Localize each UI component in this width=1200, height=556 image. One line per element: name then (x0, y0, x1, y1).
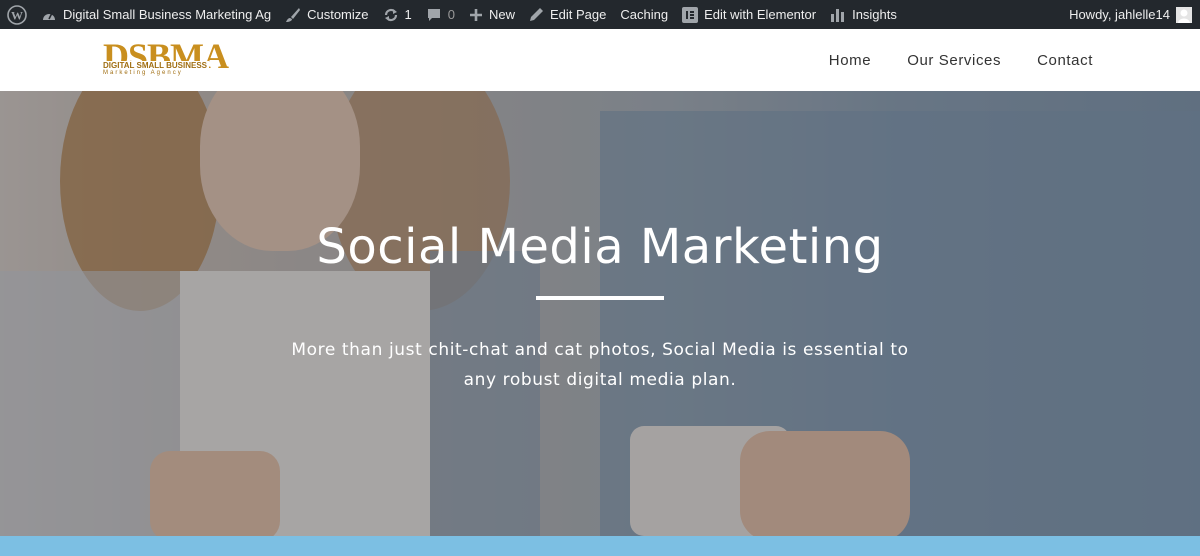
site-header: DSBMA DIGITAL SMALL BUSINESS Marketing A… (0, 29, 1200, 91)
nav-item-our-services[interactable]: Our Services (907, 52, 1001, 69)
paintbrush-icon (285, 7, 301, 23)
wp-admin-bar: W Digital Small Business Marketing Ag Cu… (0, 0, 1200, 29)
comment-icon (426, 7, 442, 23)
next-section-band (0, 536, 1200, 556)
hero-divider (536, 296, 664, 300)
site-logo[interactable]: DSBMA DIGITAL SMALL BUSINESS Marketing A… (103, 36, 229, 79)
bar-chart-icon (830, 8, 846, 22)
updates-button[interactable]: 1 (376, 0, 419, 29)
hero-description: More than just chit-chat and cat photos,… (291, 340, 909, 390)
edit-page-button[interactable]: Edit Page (522, 0, 613, 29)
avatar (1176, 6, 1192, 23)
site-name-menu[interactable]: Digital Small Business Marketing Ag (34, 0, 278, 29)
wordpress-icon: W (7, 4, 27, 25)
updates-icon (383, 7, 399, 23)
caching-label: Caching (620, 7, 669, 22)
customize-button[interactable]: Customize (278, 0, 375, 29)
comments-count: 0 (447, 7, 455, 22)
insights-button[interactable]: Insights (823, 0, 904, 29)
my-account-menu[interactable]: Howdy, jahlelle14 (1069, 6, 1200, 23)
elementor-button[interactable]: Edit with Elementor (675, 0, 823, 29)
new-label: New (488, 7, 515, 22)
plus-icon (469, 8, 483, 22)
updates-count: 1 (404, 7, 412, 22)
comments-button[interactable]: 0 (419, 0, 462, 29)
caching-button[interactable]: Caching (613, 0, 675, 29)
hero-title: Social Media Marketing (316, 219, 884, 275)
hero-section: Social Media Marketing More than just ch… (0, 91, 1200, 536)
dashboard-icon (41, 8, 57, 22)
elementor-label: Edit with Elementor (704, 7, 817, 22)
elementor-icon (682, 6, 699, 23)
nav-item-home[interactable]: Home (829, 52, 871, 69)
howdy-label: Howdy, jahlelle14 (1069, 7, 1170, 22)
customize-label: Customize (307, 7, 369, 22)
new-content-button[interactable]: New (462, 0, 522, 29)
pencil-icon (529, 7, 544, 22)
nav-item-contact[interactable]: Contact (1037, 52, 1093, 69)
logo-subtitle: DIGITAL SMALL BUSINESS (103, 61, 209, 70)
main-nav: Home Our Services Contact (793, 29, 1093, 91)
site-name-label: Digital Small Business Marketing Ag (63, 7, 272, 22)
hero-content: Social Media Marketing More than just ch… (0, 91, 1200, 536)
logo-tagline: Marketing Agency (103, 70, 183, 76)
insights-label: Insights (852, 7, 897, 22)
wordpress-logo-button[interactable]: W (0, 0, 34, 29)
edit-page-label: Edit Page (550, 7, 607, 22)
svg-text:W: W (11, 8, 23, 22)
